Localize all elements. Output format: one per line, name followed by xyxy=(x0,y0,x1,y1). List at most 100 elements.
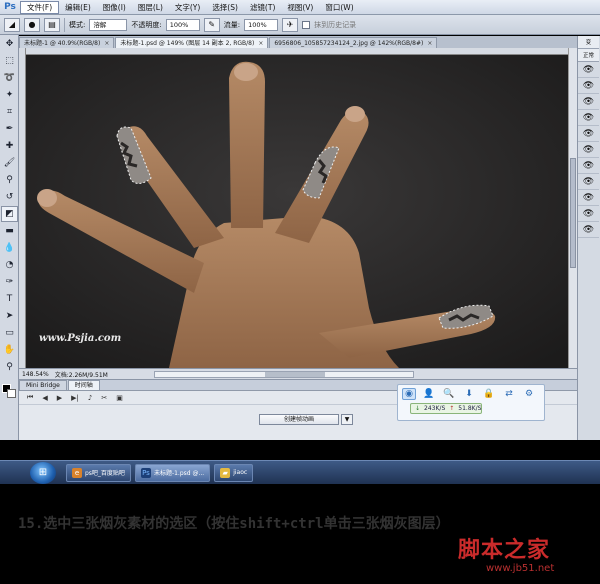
menu-filter[interactable]: 滤镜(T) xyxy=(244,0,281,15)
history-brush-tool-icon[interactable]: ↺ xyxy=(1,189,18,205)
network-widget: ◉ 👤 🔍 ⬇ 🔒 ⇄ ⚙ ↓ 243K/S ↑ 51.8K/S xyxy=(397,384,545,421)
eye-icon[interactable]: 👁 xyxy=(578,78,599,94)
tab-document-2[interactable]: 未标题-1.psd @ 149% (图层 14 副本 2, RGB/8) × xyxy=(115,37,269,48)
taskbar-item-browser[interactable]: e ps吧_百度贴吧 xyxy=(66,463,131,482)
brush-preset-icon[interactable]: ● xyxy=(24,17,40,32)
brush-tool-icon[interactable]: 🖌 xyxy=(1,155,18,171)
blend-mode-select[interactable]: 正常 xyxy=(578,49,599,62)
pen-tool-icon[interactable]: ✑ xyxy=(1,274,18,290)
marquee-tool-icon[interactable]: ⬚ xyxy=(1,53,18,69)
gradient-tool-icon[interactable]: ▬ xyxy=(1,223,18,239)
lasso-tool-icon[interactable]: ➰ xyxy=(1,70,18,86)
zoom-level[interactable]: 148.54% xyxy=(22,371,49,378)
eye-icon[interactable]: 👁 xyxy=(578,222,599,238)
close-icon[interactable]: × xyxy=(258,40,263,47)
eraser-preset-icon[interactable]: ◢ xyxy=(4,17,20,32)
close-icon[interactable]: × xyxy=(427,40,432,47)
close-icon[interactable]: × xyxy=(104,40,109,47)
healing-tool-icon[interactable]: ✚ xyxy=(1,138,18,154)
taskbar-item-folder[interactable]: ▰ jiaoc xyxy=(214,463,254,482)
download-arrow-icon: ↓ xyxy=(415,405,421,412)
eye-icon[interactable]: 👁 xyxy=(578,174,599,190)
taskbar-item-photoshop[interactable]: Ps 未标题-1.psd @... xyxy=(134,463,211,482)
eyedropper-tool-icon[interactable]: ✒ xyxy=(1,121,18,137)
tab-label: 未标题-1.psd @ 149% (图层 14 副本 2, RGB/8) xyxy=(120,40,255,47)
path-select-tool-icon[interactable]: ➤ xyxy=(1,308,18,324)
menu-file[interactable]: 文件(F) xyxy=(20,0,60,14)
camera-icon[interactable]: ◉ xyxy=(402,388,416,400)
quick-select-tool-icon[interactable]: ✦ xyxy=(1,87,18,103)
menu-edit[interactable]: 编辑(E) xyxy=(59,0,97,15)
prev-frame-icon[interactable]: ◀ xyxy=(42,394,47,402)
eye-icon[interactable]: 👁 xyxy=(578,190,599,206)
flow-label: 流量: xyxy=(223,20,241,29)
crop-tool-icon[interactable]: ⌗ xyxy=(1,104,18,120)
start-button-icon[interactable]: ⊞ xyxy=(30,461,56,484)
flow-input[interactable]: 100% xyxy=(244,18,279,31)
chevron-down-icon[interactable]: ▼ xyxy=(341,414,353,425)
settings-icon[interactable]: ⚙ xyxy=(522,388,536,400)
create-frame-animation-button[interactable]: 创建帧动画 xyxy=(259,414,339,425)
eye-icon[interactable]: 👁 xyxy=(578,142,599,158)
eye-icon[interactable]: 👁 xyxy=(578,158,599,174)
menu-select[interactable]: 选择(S) xyxy=(206,0,244,15)
menu-layer[interactable]: 图层(L) xyxy=(132,0,169,15)
canvas-watermark: www.Psjia.com xyxy=(39,333,122,344)
share-icon[interactable]: ⇄ xyxy=(502,388,516,400)
airbrush-icon[interactable]: ✈ xyxy=(282,17,299,32)
taskbar-item-label: 未标题-1.psd @... xyxy=(153,470,205,477)
blur-tool-icon[interactable]: 💧 xyxy=(1,240,18,256)
user-icon[interactable]: 👤 xyxy=(422,388,436,400)
document-canvas[interactable]: www.Psjia.com xyxy=(19,48,568,368)
layers-panel-strip: 变 正常 👁 👁 👁 👁 👁 👁 👁 👁 👁 👁 👁 xyxy=(577,36,600,440)
eye-icon[interactable]: 👁 xyxy=(578,110,599,126)
eye-icon[interactable]: 👁 xyxy=(578,62,599,78)
move-tool-icon[interactable]: ✥ xyxy=(1,36,18,52)
lock-icon[interactable]: 🔒 xyxy=(482,388,496,400)
scroll-thumb[interactable] xyxy=(570,158,576,268)
first-frame-icon[interactable]: ⏮ xyxy=(27,393,33,402)
tab-timeline[interactable]: 时间轴 xyxy=(67,380,100,390)
next-frame-icon[interactable]: ▶| xyxy=(71,394,79,402)
brush-panel-icon[interactable]: ▤ xyxy=(44,17,60,32)
zoom-tool-icon[interactable]: ⚲ xyxy=(1,359,18,375)
background-color-swatch[interactable] xyxy=(7,389,16,398)
dodge-tool-icon[interactable]: ◔ xyxy=(1,257,18,273)
search-icon[interactable]: 🔍 xyxy=(442,388,456,400)
scroll-thumb[interactable] xyxy=(264,371,325,377)
download-icon[interactable]: ⬇ xyxy=(462,388,476,400)
download-speed: 243K/S xyxy=(424,405,446,412)
play-icon[interactable]: ▶ xyxy=(57,394,62,402)
eye-icon[interactable]: 👁 xyxy=(578,126,599,142)
menu-view[interactable]: 视图(V) xyxy=(281,0,319,15)
opacity-input[interactable]: 100% xyxy=(165,18,200,31)
menu-type[interactable]: 文字(Y) xyxy=(169,0,206,15)
eraser-tool-icon[interactable]: ◩ xyxy=(1,206,18,222)
audio-icon[interactable]: ♪ xyxy=(88,394,92,402)
tab-document-1[interactable]: 未标题-1 @ 40.9%(RGB/8) × xyxy=(19,37,115,48)
history-checkbox[interactable] xyxy=(302,20,311,29)
scissors-icon[interactable]: ✂ xyxy=(101,394,107,402)
black-band xyxy=(0,440,600,460)
shape-tool-icon[interactable]: ▭ xyxy=(1,325,18,341)
menu-image[interactable]: 图像(I) xyxy=(97,0,132,15)
site-url: www.jb51.net xyxy=(486,563,555,574)
mode-select[interactable]: 溶解 xyxy=(89,18,128,31)
horizontal-scrollbar[interactable] xyxy=(153,370,414,378)
tab-document-3[interactable]: 6956806_105857234124_2.jpg @ 142%(RGB/8#… xyxy=(269,37,438,48)
menu-window[interactable]: 窗口(W) xyxy=(319,0,359,15)
type-tool-icon[interactable]: T xyxy=(1,291,18,307)
hand-tool-icon[interactable]: ✋ xyxy=(1,342,18,358)
vertical-scrollbar[interactable] xyxy=(568,48,577,368)
eye-icon[interactable]: 👁 xyxy=(578,206,599,222)
eye-icon[interactable]: 👁 xyxy=(578,94,599,110)
tab-mini-bridge[interactable]: Mini Bridge xyxy=(19,380,67,390)
stamp-tool-icon[interactable]: ⚲ xyxy=(1,172,18,188)
tab-label: 6956806_105857234124_2.jpg @ 142%(RGB/8#… xyxy=(274,40,424,47)
transition-icon[interactable]: ▣ xyxy=(116,394,123,402)
opacity-label: 不透明度: xyxy=(131,20,162,29)
panel-tab-transform[interactable]: 变 xyxy=(578,36,599,49)
speed-meter: ↓ 243K/S ↑ 51.8K/S xyxy=(410,403,482,414)
vertical-ruler xyxy=(19,48,26,368)
pressure-opacity-icon[interactable]: ✎ xyxy=(203,17,220,32)
